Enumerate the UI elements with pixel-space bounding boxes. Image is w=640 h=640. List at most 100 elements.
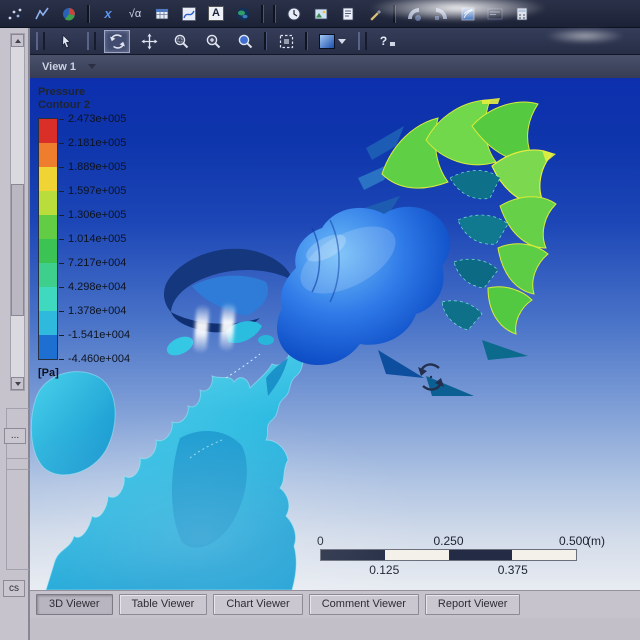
fit-view-icon[interactable]: [273, 30, 299, 53]
legend-color-bar: [38, 118, 58, 360]
zoom-box-icon[interactable]: [168, 30, 194, 53]
button-cropped[interactable]: cs: [3, 580, 25, 597]
rotate-cursor-icon: [418, 363, 444, 391]
ruler-label: 0.250: [433, 534, 464, 548]
browse-button-cropped[interactable]: ...: [4, 428, 26, 444]
iso-surface-blob[interactable]: [30, 371, 116, 476]
legend-value: 4.298e+004: [68, 281, 127, 293]
ruler-segment: [512, 550, 576, 560]
toolbar-separator: [87, 4, 90, 23]
view-tab-label[interactable]: View 1: [42, 61, 76, 73]
pen-annotation-icon[interactable]: [366, 5, 384, 23]
legend-title-line2: Contour 2: [38, 99, 90, 111]
ruler-bar: [320, 549, 577, 561]
legend-value: 1.378e+004: [68, 305, 127, 317]
calculator-icon[interactable]: [513, 5, 531, 23]
legend-title-line1: Pressure: [38, 86, 86, 98]
scale-ruler: 0 0.250 0.500 (m) 0.125 0.375: [317, 534, 605, 578]
legend-value: 1.597e+005: [68, 185, 127, 197]
turbo-view-icon-3[interactable]: [459, 5, 477, 23]
toolbar-separator: [264, 32, 267, 50]
ruler-segment: [448, 550, 513, 560]
toolbar-drag-handle[interactable]: [358, 32, 367, 50]
expression-icon[interactable]: √α: [126, 5, 144, 23]
legend-value: 2.473e+005: [68, 113, 127, 125]
tab-3d-viewer[interactable]: 3D Viewer: [36, 594, 113, 615]
legend-value: 2.181e+005: [68, 137, 127, 149]
turbo-view-icon-1[interactable]: [405, 5, 423, 23]
legend-band: [39, 287, 57, 311]
image-globe-icon[interactable]: [234, 5, 252, 23]
view-dropdown-icon[interactable]: [88, 64, 97, 69]
toolbar-separator: [273, 4, 276, 23]
render-mode-swatch: [318, 33, 335, 49]
scroll-down-button[interactable]: [11, 377, 24, 390]
cfd-post-window: x √α A ? View 1 Pressure Contour 2 2.473…: [0, 0, 640, 640]
legend-value: 1.306e+005: [68, 209, 127, 221]
legend-band: [39, 215, 57, 239]
legend-band: [39, 335, 57, 359]
legend-value: -1.541e+004: [68, 329, 131, 341]
legend-value: 1.889e+005: [68, 161, 127, 173]
turbo-view-icon-2[interactable]: [432, 5, 450, 23]
legend-value: 7.217e+004: [68, 257, 127, 269]
polyline-icon[interactable]: [33, 5, 51, 23]
toolbar-drag-handle[interactable]: [87, 32, 96, 50]
chart-line-icon[interactable]: [180, 5, 198, 23]
viewport-3d[interactable]: Pressure Contour 2 2.473e+005 2.181e+005…: [30, 78, 640, 590]
scroll-up-button[interactable]: [11, 34, 24, 47]
pie-sphere-icon[interactable]: [60, 5, 78, 23]
text-label-icon[interactable]: A: [207, 5, 225, 23]
legend-labels: 2.473e+005 2.181e+005 1.889e+005 1.597e+…: [59, 113, 149, 365]
crescent-disc-surface[interactable]: [163, 248, 292, 333]
scatter-plot-icon[interactable]: [6, 5, 24, 23]
legend-value: 1.014e+005: [68, 233, 127, 245]
render-mode-dropdown[interactable]: [314, 30, 350, 53]
viewer-toolbar: ?: [30, 28, 640, 55]
pointer-select-icon[interactable]: [53, 30, 79, 53]
main-toolbar: x √α A: [0, 0, 640, 28]
pan-tool-icon[interactable]: [136, 30, 162, 53]
status-strip: [30, 618, 640, 640]
zoom-all-icon[interactable]: [232, 30, 258, 53]
report-icon[interactable]: [339, 5, 357, 23]
chevron-down-icon: [337, 38, 346, 44]
table-icon[interactable]: [153, 5, 171, 23]
picture-icon[interactable]: [312, 5, 330, 23]
ruler-unit: (m): [587, 534, 605, 548]
legend-band: [39, 263, 57, 287]
panel-groupbox-edge: [6, 458, 29, 570]
legend-band: [39, 143, 57, 167]
legend-band: [39, 119, 57, 143]
rotate-tool-icon[interactable]: [104, 29, 130, 53]
toolbar-separator: [261, 4, 264, 23]
tab-comment-viewer[interactable]: Comment Viewer: [308, 594, 419, 615]
legend-band: [39, 311, 57, 335]
viewer-tab-bar: 3D Viewer Table Viewer Chart Viewer Comm…: [30, 590, 640, 618]
legend-band: [39, 191, 57, 215]
zoom-in-icon[interactable]: [200, 30, 226, 53]
legend-band: [39, 239, 57, 263]
scrollbar-thumb[interactable]: [11, 184, 24, 316]
ruler-label: 0: [317, 534, 324, 548]
tab-chart-viewer[interactable]: Chart Viewer: [213, 594, 303, 615]
ruler-segment: [321, 550, 385, 560]
ruler-label: 0.500: [558, 534, 590, 548]
variable-icon[interactable]: x: [99, 5, 117, 23]
help-icon[interactable]: ?: [375, 30, 401, 53]
pressure-legend: Pressure Contour 2 2.473e+005 2.181e+005…: [38, 86, 130, 379]
toolbar-separator: [393, 4, 396, 23]
view-tab-bar: View 1: [30, 55, 640, 78]
toolbar-separator: [305, 32, 308, 50]
left-panel-scrollbar[interactable]: [10, 33, 25, 391]
ruler-segment: [384, 550, 449, 560]
help-box-icon: [389, 41, 397, 47]
timestep-clock-icon[interactable]: [285, 5, 303, 23]
legend-value: -4.460e+004: [68, 353, 131, 365]
tab-report-viewer[interactable]: Report Viewer: [424, 594, 521, 615]
tab-table-viewer[interactable]: Table Viewer: [118, 594, 208, 615]
macro-editor-icon[interactable]: [486, 5, 504, 23]
legend-band: [39, 167, 57, 191]
toolbar-drag-handle[interactable]: [36, 32, 45, 50]
ruler-label: 0.375: [497, 563, 528, 577]
